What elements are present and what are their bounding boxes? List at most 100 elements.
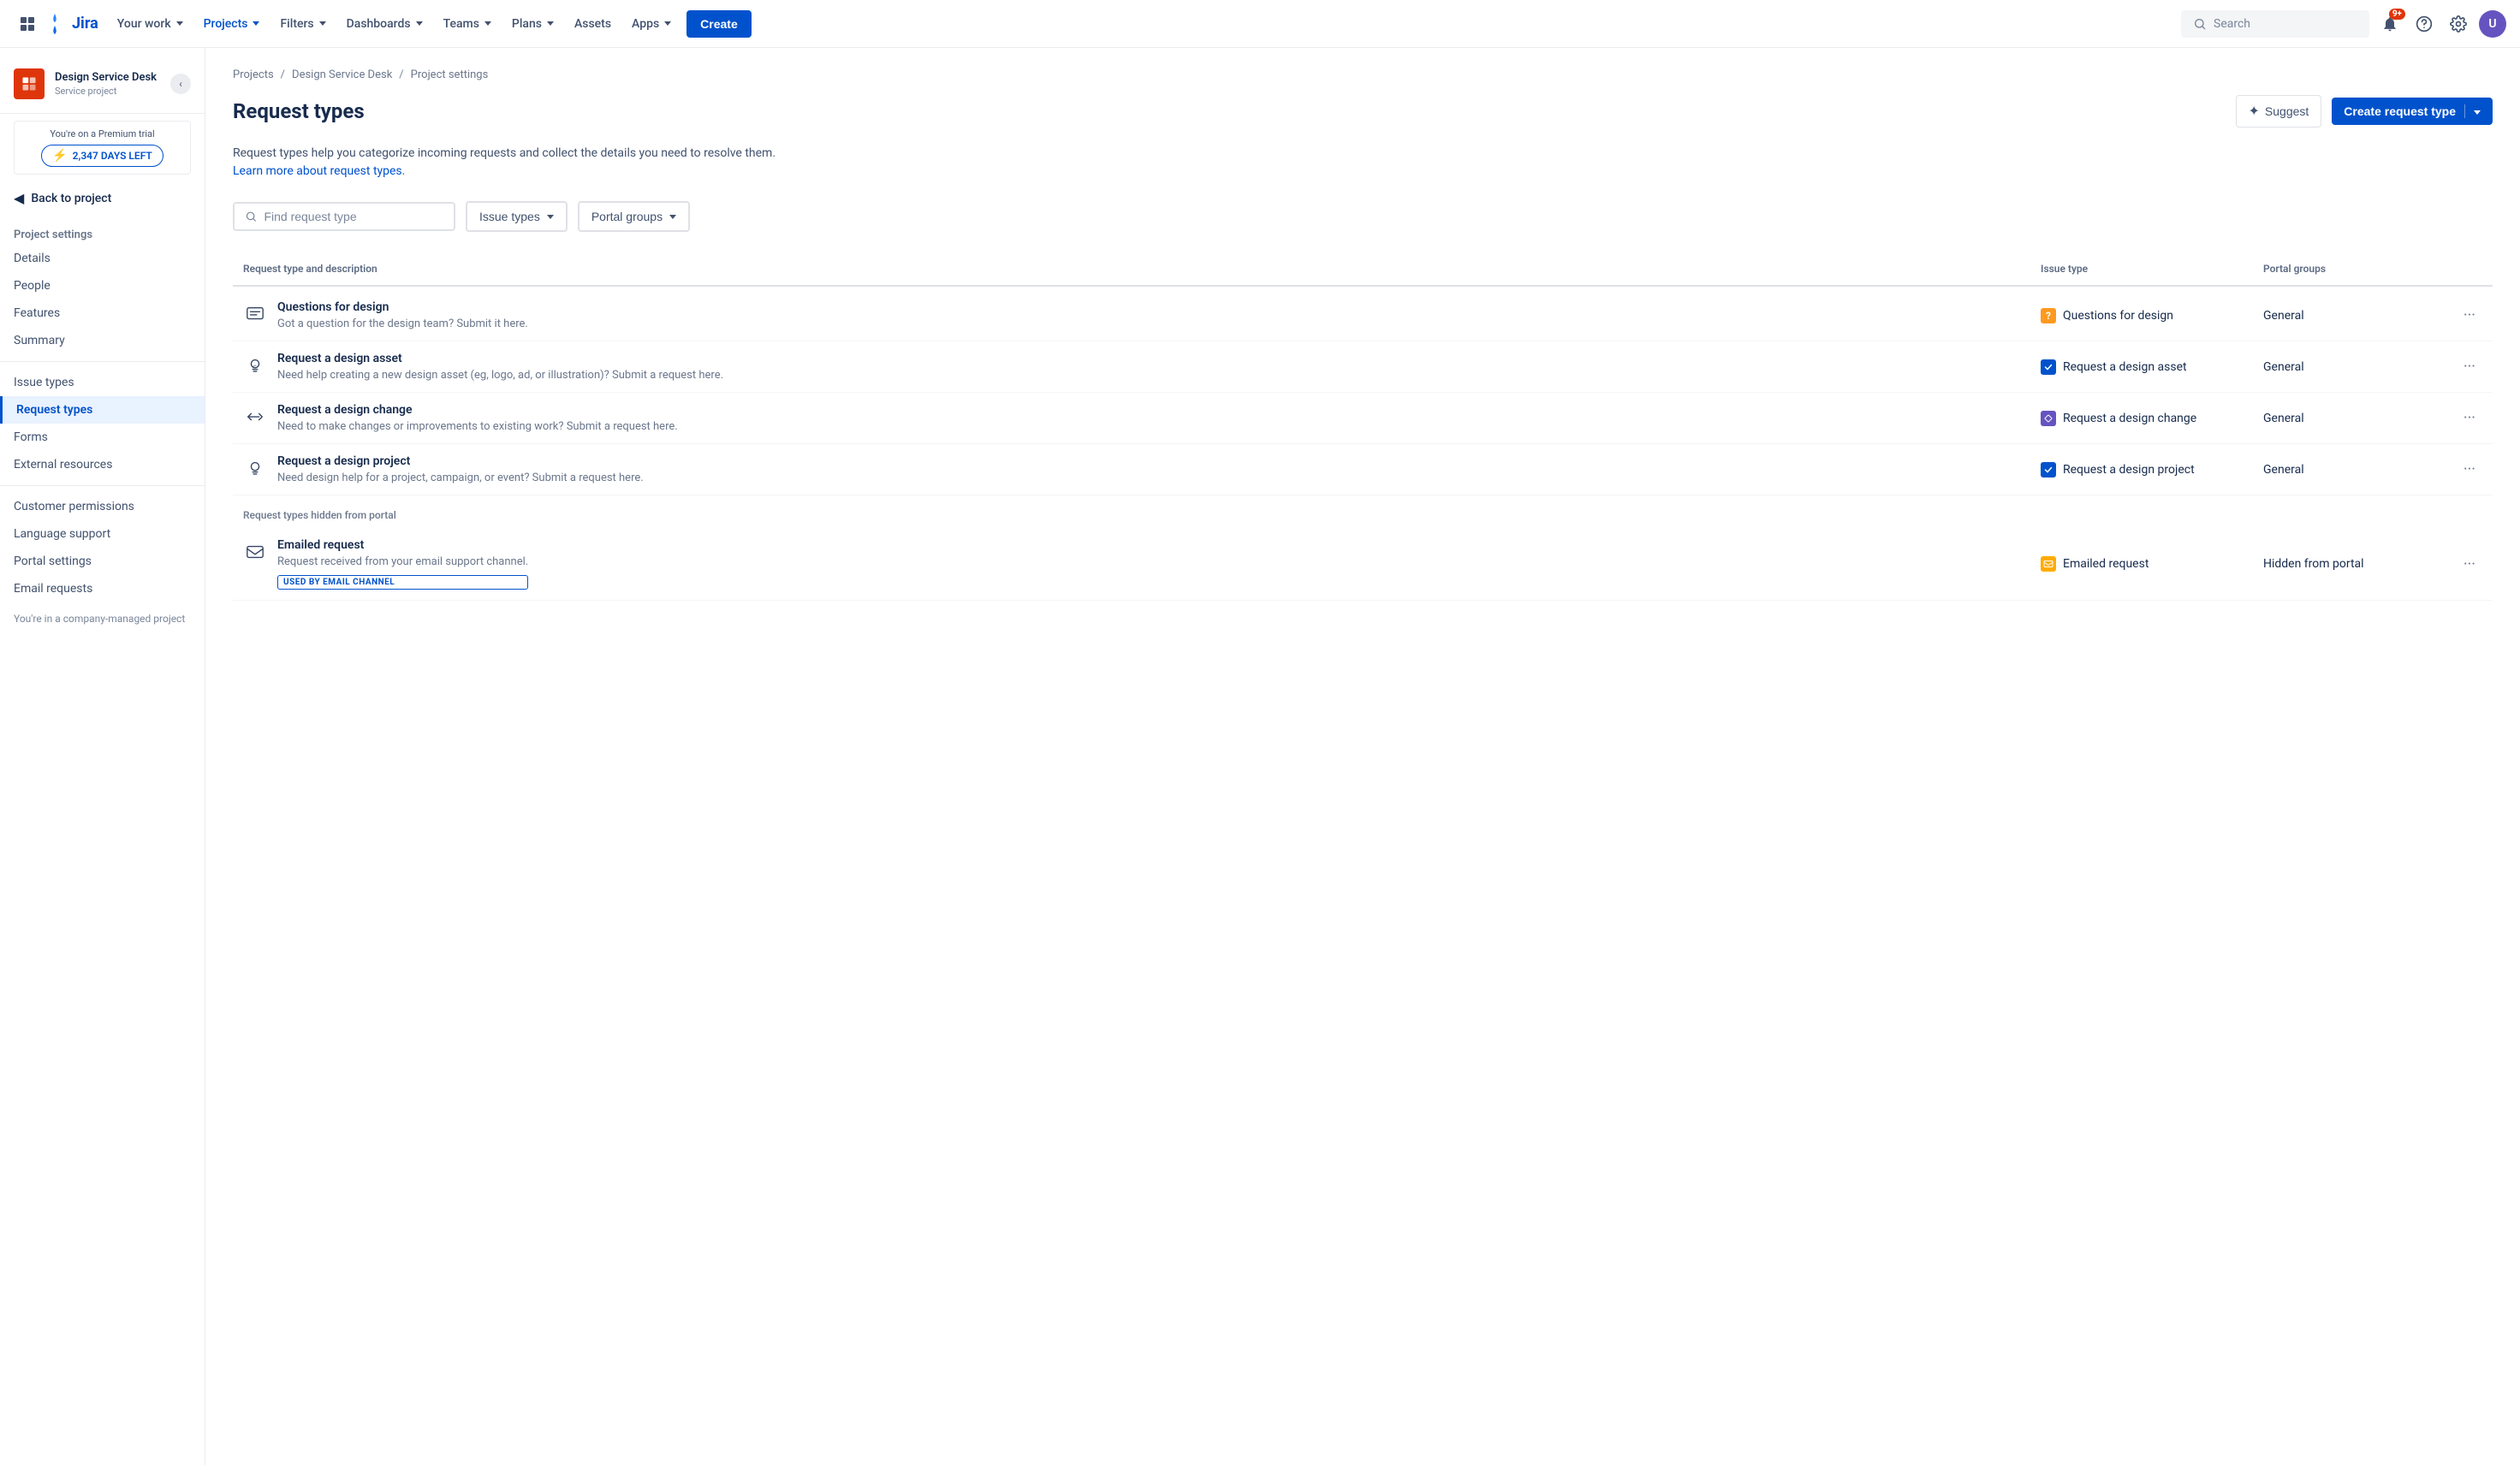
more-icon-3[interactable]: ··· (2457, 406, 2482, 430)
table-row: Questions for design Got a question for … (233, 290, 2493, 341)
issue-type-cell-1: ? Questions for design (2030, 308, 2253, 323)
issue-types-filter[interactable]: Issue types (466, 201, 568, 232)
envelope-icon (246, 543, 264, 561)
more-icon-1[interactable]: ··· (2457, 303, 2482, 328)
suggest-icon: ✦ (2249, 103, 2260, 120)
sidebar-item-people[interactable]: People (0, 272, 205, 300)
sidebar-item-external-resources[interactable]: External resources (0, 451, 205, 478)
more-icon-4[interactable]: ··· (2457, 457, 2482, 482)
portal-groups-chevron (669, 215, 676, 219)
request-type-cell-3: Request a design change Need to make cha… (233, 403, 2030, 433)
request-type-cell-1: Questions for design Got a question for … (233, 300, 2030, 330)
back-to-project-button[interactable]: ◀ Back to project (0, 181, 205, 215)
help-button[interactable] (2410, 10, 2438, 38)
apps-nav[interactable]: Apps (623, 12, 680, 36)
suggest-button[interactable]: ✦ Suggest (2236, 95, 2322, 128)
teams-nav[interactable]: Teams (435, 12, 500, 36)
more-button-3[interactable]: ··· (2441, 406, 2493, 430)
notifications-button[interactable]: 9+ (2376, 10, 2404, 38)
sidebar-item-portal-settings[interactable]: Portal settings (0, 548, 205, 575)
your-work-nav[interactable]: Your work (109, 12, 192, 36)
issue-type-name-2: Request a design asset (2063, 360, 2187, 374)
more-button-1[interactable]: ··· (2441, 303, 2493, 328)
table-row: Request a design project Need design hel… (233, 444, 2493, 495)
dashboards-nav[interactable]: Dashboards (338, 12, 431, 36)
apps-chevron (664, 21, 671, 26)
sidebar-item-request-types[interactable]: Request types (0, 396, 205, 424)
project-icon (14, 68, 45, 99)
request-type-name-4: Request a design project (277, 454, 644, 468)
apps-grid-button[interactable] (14, 10, 41, 38)
sidebar-item-customer-permissions[interactable]: Customer permissions (0, 493, 205, 520)
table-header: Request type and description Issue type … (233, 252, 2493, 287)
find-request-type-input[interactable] (264, 210, 443, 223)
sidebar-project-header: Design Service Desk Service project ‹ (0, 62, 205, 114)
more-icon-emailed[interactable]: ··· (2457, 552, 2482, 577)
request-type-icon-4 (243, 456, 267, 480)
project-info: Design Service Desk Service project (55, 71, 157, 97)
chat-icon (246, 305, 264, 323)
request-type-name-3: Request a design change (277, 403, 678, 417)
breadcrumb-current: Project settings (411, 68, 489, 81)
sidebar-item-details[interactable]: Details (0, 245, 205, 272)
sidebar-item-email-requests[interactable]: Email requests (0, 575, 205, 602)
sidebar-item-summary[interactable]: Summary (0, 327, 205, 354)
breadcrumb-project-name[interactable]: Design Service Desk (292, 68, 392, 81)
request-type-desc-emailed: Request received from your email support… (277, 555, 528, 568)
request-type-cell-emailed: Emailed request Request received from yo… (233, 538, 2030, 590)
checkmark-icon (2043, 362, 2053, 372)
more-button-4[interactable]: ··· (2441, 457, 2493, 482)
issue-types-chevron (547, 215, 554, 219)
more-icon-2[interactable]: ··· (2457, 354, 2482, 379)
sidebar-item-issue-types[interactable]: Issue types (0, 369, 205, 396)
search-box[interactable]: Search (2181, 10, 2369, 38)
email-channel-badge: USED BY EMAIL CHANNEL (277, 575, 528, 590)
sidebar-item-language-support[interactable]: Language support (0, 520, 205, 548)
more-button-2[interactable]: ··· (2441, 354, 2493, 379)
collapse-sidebar-button[interactable]: ‹ (170, 74, 191, 94)
issue-type-icon-3 (2041, 411, 2056, 426)
request-type-info-3: Request a design change Need to make cha… (277, 403, 678, 433)
breadcrumb-sep-2: / (399, 68, 403, 81)
table-row: Request a design asset Need help creatin… (233, 341, 2493, 393)
request-type-icon-3 (243, 405, 267, 429)
settings-button[interactable] (2445, 10, 2472, 38)
portal-groups-filter[interactable]: Portal groups (578, 201, 690, 232)
create-label: Create request type (2344, 104, 2456, 118)
create-request-type-button[interactable]: Create request type (2332, 98, 2493, 125)
filters-chevron (319, 21, 326, 26)
trial-text: You're on a Premium trial (25, 128, 180, 139)
breadcrumb-sep-1: / (281, 68, 285, 81)
request-type-icon-1 (243, 302, 267, 326)
issue-type-name-4: Request a design project (2063, 463, 2195, 477)
more-button-emailed[interactable]: ··· (2441, 552, 2493, 577)
request-type-info-1: Questions for design Got a question for … (277, 300, 528, 330)
portal-group-cell-emailed: Hidden from portal (2253, 557, 2441, 571)
desc-line1: Request types help you categorize incomi… (233, 146, 776, 160)
trial-days-button[interactable]: ⚡ 2,347 DAYS LEFT (41, 145, 163, 167)
description-text: Request types help you categorize incomi… (233, 145, 2493, 181)
bulb-icon (246, 356, 264, 375)
search-placeholder: Search (2214, 17, 2250, 31)
issue-type-icon-2 (2041, 359, 2056, 375)
plans-nav[interactable]: Plans (503, 12, 562, 36)
filters-nav[interactable]: Filters (271, 12, 334, 36)
portal-group-cell-2: General (2253, 360, 2441, 374)
suggest-label: Suggest (2265, 104, 2309, 118)
table-row-hidden: Emailed request Request received from yo… (233, 528, 2493, 601)
request-type-icon-2 (243, 353, 267, 377)
create-button[interactable]: Create (686, 10, 752, 38)
user-avatar[interactable]: U (2479, 10, 2506, 38)
sidebar-item-forms[interactable]: Forms (0, 424, 205, 451)
sidebar-item-features[interactable]: Features (0, 300, 205, 327)
breadcrumb-projects[interactable]: Projects (233, 68, 274, 81)
issue-type-cell-4: Request a design project (2030, 462, 2253, 477)
find-input-container[interactable] (233, 202, 455, 231)
assets-nav[interactable]: Assets (566, 12, 620, 36)
jira-logo[interactable]: Jira (45, 14, 98, 34)
arrows-icon (246, 407, 264, 426)
projects-nav[interactable]: Projects (195, 12, 269, 36)
sidebar-divider-2 (0, 485, 205, 486)
page-title: Request types (233, 99, 365, 123)
learn-more-link[interactable]: Learn more about request types. (233, 164, 405, 178)
